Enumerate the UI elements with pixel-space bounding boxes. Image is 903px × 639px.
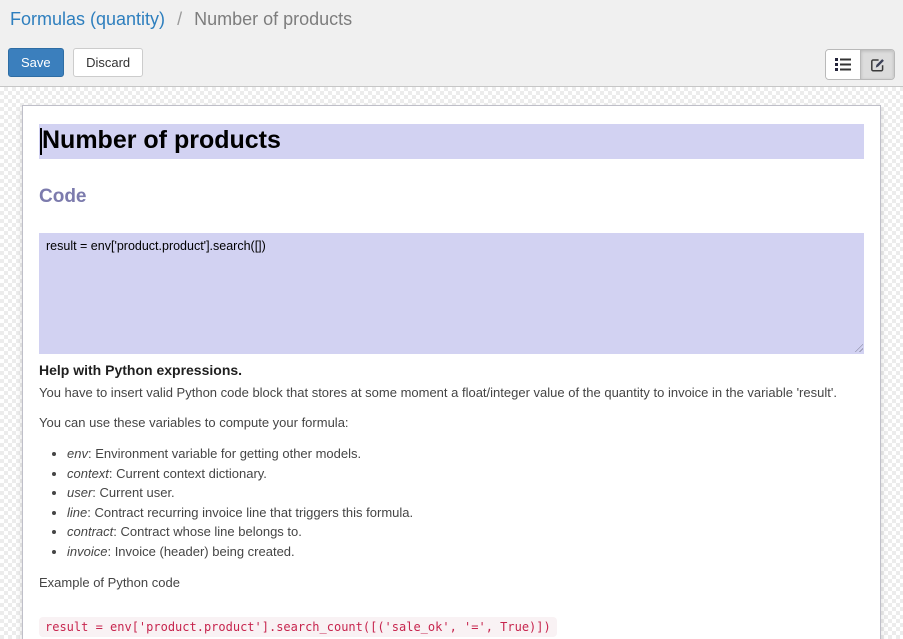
help-intro-text: You have to insert valid Python code blo… — [39, 385, 864, 401]
record-action-buttons: Save Discard — [8, 48, 143, 77]
example-code: result = env['product.product'].search_c… — [39, 617, 557, 637]
control-panel: Formulas (quantity) / Number of products… — [0, 0, 903, 87]
variable-name: env — [67, 446, 88, 461]
python-help-block: Help with Python expressions. You have t… — [39, 362, 864, 637]
code-section-heading: Code — [39, 186, 864, 208]
list-item: line: Contract recurring invoice line th… — [67, 503, 864, 523]
help-heading: Help with Python expressions. — [39, 362, 864, 378]
code-textarea[interactable]: result = env['product.product'].search([… — [39, 233, 864, 354]
list-item: context: Current context dictionary. — [67, 464, 864, 484]
variable-description: : Contract recurring invoice line that t… — [87, 505, 413, 520]
list-item: env: Environment variable for getting ot… — [67, 444, 864, 464]
toolbar: Save Discard — [8, 48, 895, 80]
list-item: contract: Contract whose line belongs to… — [67, 522, 864, 542]
variable-name: context — [67, 466, 109, 481]
form-view-background: Code result = env['product.product'].sea… — [0, 87, 903, 639]
variable-description: : Contract whose line belongs to. — [113, 524, 302, 539]
form-edit-view-button[interactable] — [860, 50, 894, 79]
text-cursor — [40, 128, 42, 155]
variable-name: invoice — [67, 544, 107, 559]
edit-pencil-icon — [870, 57, 886, 73]
variable-name: user — [67, 485, 92, 500]
breadcrumb-current: Number of products — [194, 9, 352, 29]
view-switcher — [825, 49, 895, 80]
list-item: invoice: Invoice (header) being created. — [67, 542, 864, 562]
discard-button[interactable]: Discard — [73, 48, 143, 77]
help-variables-intro: You can use these variables to compute y… — [39, 415, 864, 431]
variable-description: : Current context dictionary. — [109, 466, 267, 481]
list-icon — [835, 57, 851, 72]
list-item: user: Current user. — [67, 483, 864, 503]
breadcrumb-separator: / — [177, 9, 182, 29]
variable-description: : Environment variable for getting other… — [88, 446, 361, 461]
breadcrumb: Formulas (quantity) / Number of products — [0, 0, 903, 30]
name-input[interactable] — [39, 124, 864, 159]
variable-description: : Invoice (header) being created. — [107, 544, 294, 559]
variable-name: line — [67, 505, 87, 520]
variable-name: contract — [67, 524, 113, 539]
variable-description: : Current user. — [92, 485, 174, 500]
odoo-form-view: Formulas (quantity) / Number of products… — [0, 0, 903, 639]
list-view-button[interactable] — [826, 50, 860, 79]
code-field: result = env['product.product'].search([… — [39, 233, 864, 354]
form-sheet: Code result = env['product.product'].sea… — [22, 105, 881, 639]
breadcrumb-parent-link[interactable]: Formulas (quantity) — [10, 9, 165, 29]
save-button[interactable]: Save — [8, 48, 64, 77]
example-label: Example of Python code — [39, 575, 864, 591]
variables-list: env: Environment variable for getting ot… — [39, 444, 864, 561]
record-title-field — [39, 124, 864, 159]
